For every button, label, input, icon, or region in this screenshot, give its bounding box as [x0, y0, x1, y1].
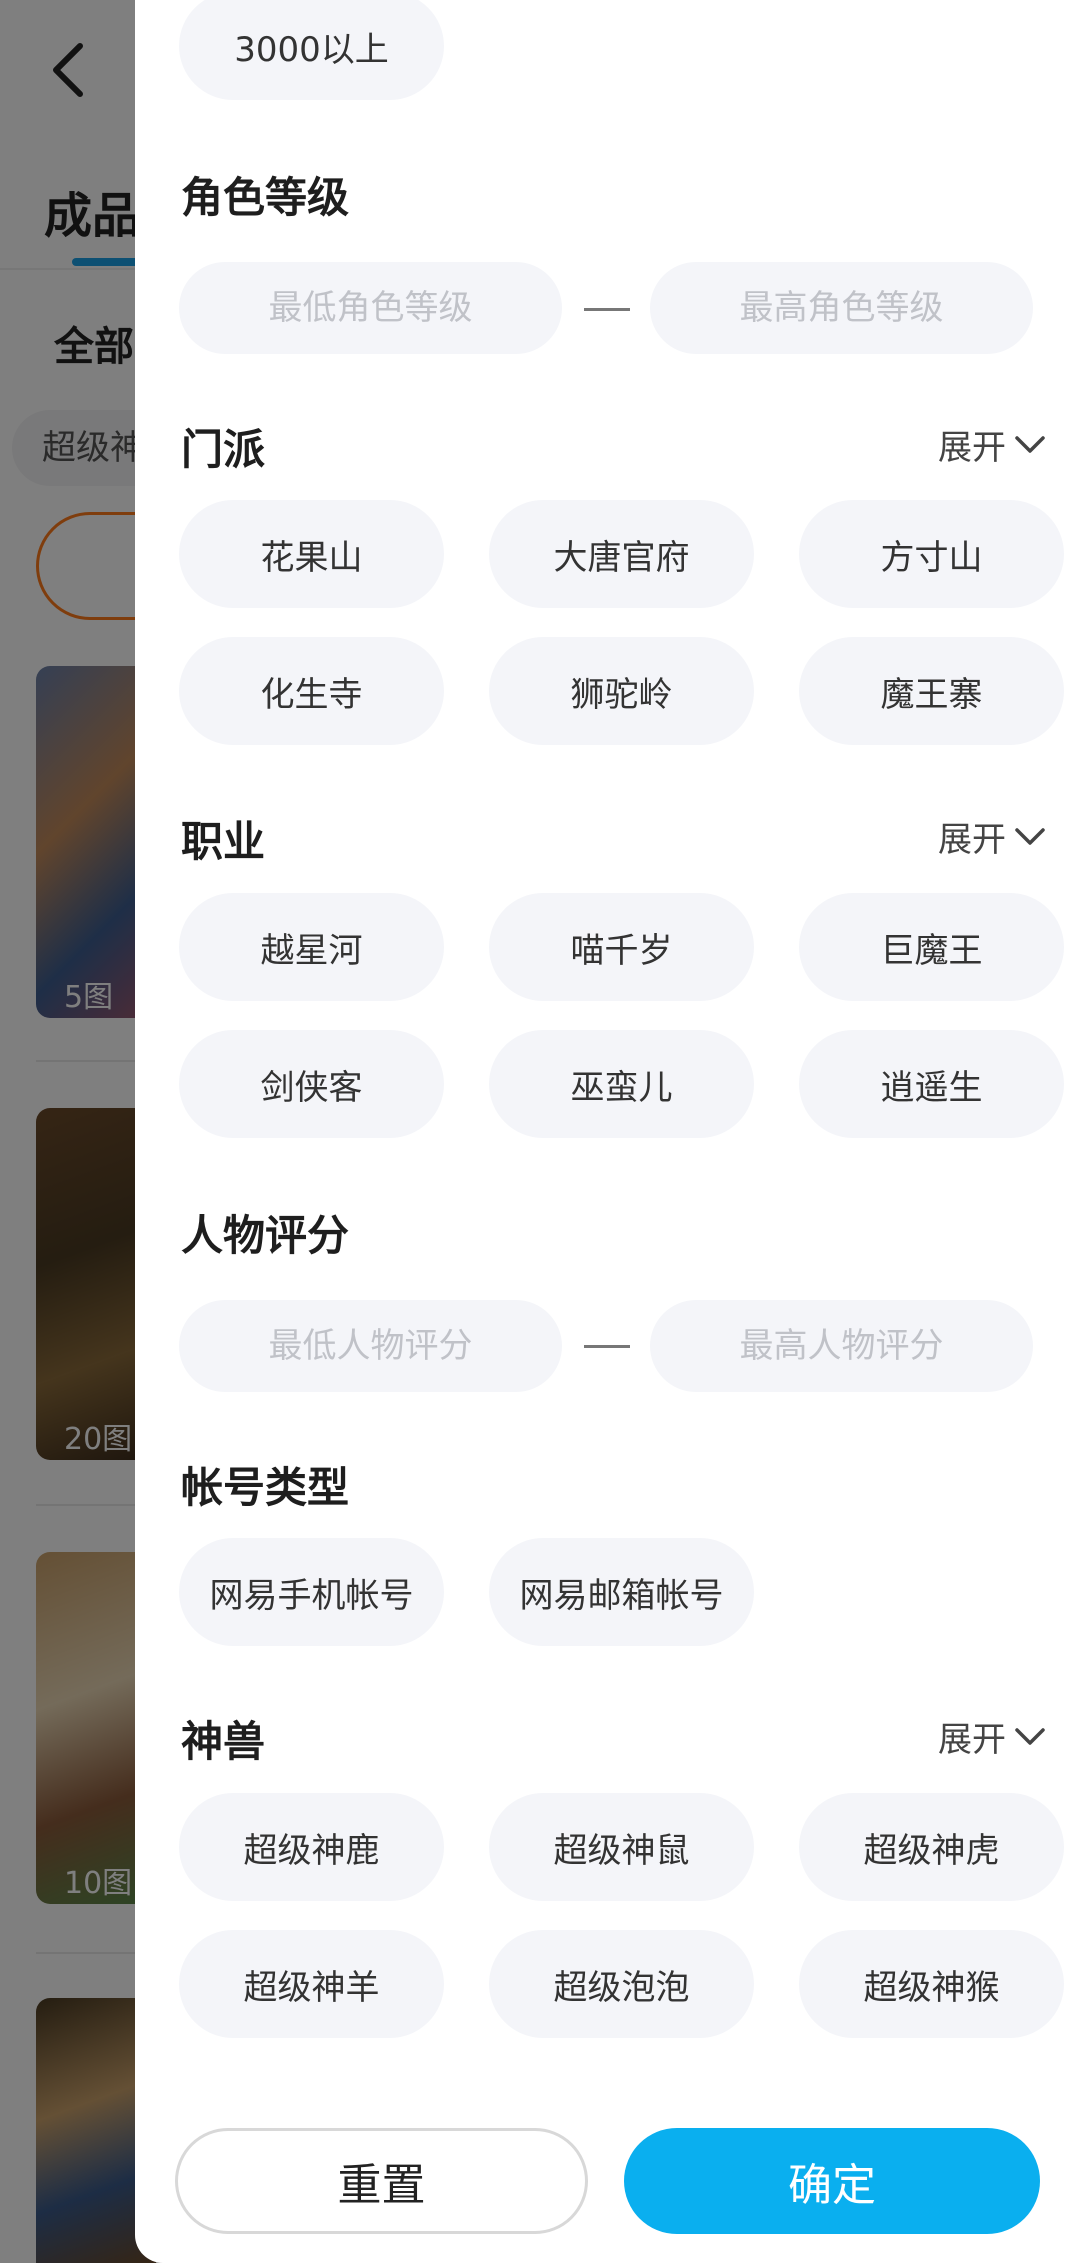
- beast-option[interactable]: 超级神虎: [799, 1793, 1064, 1901]
- section-title-sect: 门派: [181, 425, 266, 474]
- profession-option[interactable]: 越星河: [179, 893, 444, 1001]
- section-title-role-level: 角色等级: [181, 173, 350, 222]
- filter-drawer: 3000以上 角色等级 门派 展开 花果山 大唐官府 方寸山 化生寺 狮驼岭 魔…: [135, 0, 1080, 2263]
- max-score-input[interactable]: [650, 1300, 1033, 1392]
- profession-option[interactable]: 巨魔王: [799, 893, 1064, 1001]
- max-role-level-input[interactable]: [650, 262, 1033, 354]
- beast-option[interactable]: 超级神鹿: [179, 1793, 444, 1901]
- beast-option[interactable]: 超级泡泡: [489, 1930, 754, 2038]
- profession-option[interactable]: 逍遥生: [799, 1030, 1064, 1138]
- confirm-button[interactable]: 确定: [624, 2128, 1040, 2234]
- chevron-down-icon: [1015, 1727, 1045, 1745]
- sect-option[interactable]: 花果山: [179, 500, 444, 608]
- sect-expand-toggle[interactable]: 展开: [938, 420, 1046, 469]
- beast-option[interactable]: 超级神鼠: [489, 1793, 754, 1901]
- profession-option[interactable]: 喵千岁: [489, 893, 754, 1001]
- reset-button[interactable]: 重置: [175, 2128, 588, 2234]
- sect-option[interactable]: 魔王寨: [799, 637, 1064, 745]
- beast-option[interactable]: 超级神羊: [179, 1930, 444, 2038]
- beast-option[interactable]: 超级神猴: [799, 1930, 1064, 2038]
- sect-option[interactable]: 化生寺: [179, 637, 444, 745]
- price-option-chip[interactable]: 3000以上: [179, 0, 444, 100]
- profession-option[interactable]: 剑侠客: [179, 1030, 444, 1138]
- account-type-option[interactable]: 网易手机帐号: [179, 1538, 444, 1646]
- section-title-beast: 神兽: [181, 1717, 266, 1766]
- range-dash: [584, 308, 630, 311]
- expand-label: 展开: [938, 428, 1006, 468]
- expand-label: 展开: [938, 1720, 1006, 1760]
- beast-expand-toggle[interactable]: 展开: [938, 1712, 1046, 1761]
- min-role-level-input[interactable]: [179, 262, 562, 354]
- profession-expand-toggle[interactable]: 展开: [938, 812, 1046, 861]
- profession-option[interactable]: 巫蛮儿: [489, 1030, 754, 1138]
- expand-label: 展开: [938, 820, 1006, 860]
- sect-option[interactable]: 狮驼岭: [489, 637, 754, 745]
- range-dash: [584, 1345, 630, 1348]
- chevron-down-icon: [1015, 827, 1045, 845]
- chevron-down-icon: [1015, 435, 1045, 453]
- account-type-option[interactable]: 网易邮箱帐号: [489, 1538, 754, 1646]
- section-title-profession: 职业: [181, 817, 266, 866]
- section-title-account-type: 帐号类型: [181, 1463, 350, 1512]
- min-score-input[interactable]: [179, 1300, 562, 1392]
- section-title-score: 人物评分: [181, 1211, 350, 1260]
- sect-option[interactable]: 方寸山: [799, 500, 1064, 608]
- sect-option[interactable]: 大唐官府: [489, 500, 754, 608]
